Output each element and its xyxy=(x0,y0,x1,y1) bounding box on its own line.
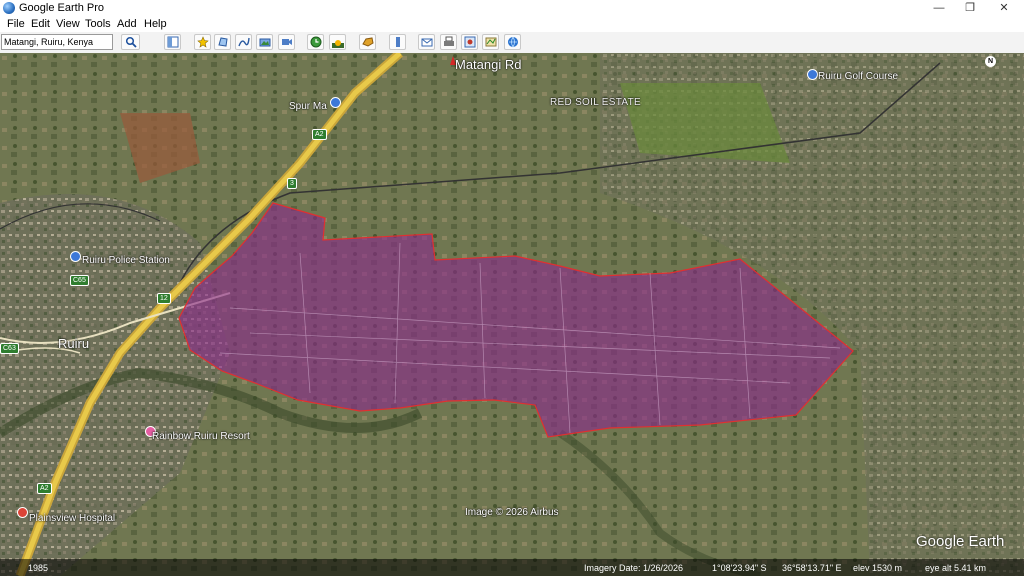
label-ruiru-police-station[interactable]: Ruiru Police Station xyxy=(82,255,170,266)
label-ruiru-golf-course[interactable]: Ruiru Golf Course xyxy=(818,71,898,82)
golf-course-icon[interactable] xyxy=(807,69,818,80)
sign-in-button[interactable] xyxy=(504,34,521,50)
search-icon xyxy=(125,36,137,48)
globe-icon xyxy=(507,36,518,48)
hospital-icon[interactable] xyxy=(17,507,28,518)
road-shield-a2-lower: A2 xyxy=(37,483,52,494)
label-spur-mall[interactable]: Spur Ma xyxy=(289,101,327,112)
planet-icon xyxy=(361,37,374,47)
add-placemark-button[interactable] xyxy=(194,34,211,50)
window-title: Google Earth Pro xyxy=(19,2,104,14)
map-view[interactable]: A2 3 12 C65 C63 A2 Matangi Rd RED SOIL E… xyxy=(0,53,1024,576)
historical-year: 1985 xyxy=(28,563,49,573)
minimize-button[interactable]: — xyxy=(924,0,954,17)
historical-imagery-button[interactable] xyxy=(307,34,324,50)
print-button[interactable] xyxy=(440,34,457,50)
email-button[interactable] xyxy=(418,34,435,50)
menu-tools[interactable]: Tools xyxy=(85,18,111,30)
longitude-readout: 36°58'13.71" E xyxy=(782,563,842,573)
clock-icon xyxy=(310,36,321,48)
maximize-button[interactable]: ❐ xyxy=(955,0,985,17)
mall-icon[interactable] xyxy=(330,97,341,108)
menu-edit[interactable]: Edit xyxy=(31,18,50,30)
switch-planet-button[interactable] xyxy=(359,34,376,50)
image-credit: Image © 2026 Airbus xyxy=(465,507,559,518)
ruler-icon xyxy=(395,37,400,47)
road-shield-3: 3 xyxy=(287,178,297,189)
latitude-readout: 1°08'23.94" S xyxy=(712,563,767,573)
map-icon xyxy=(485,37,496,47)
record-tour-icon xyxy=(281,39,292,45)
menu-view[interactable]: View xyxy=(56,18,80,30)
imagery-date: Imagery Date: 1/26/2026 xyxy=(584,563,684,573)
save-image-button[interactable] xyxy=(461,34,478,50)
sunlight-button[interactable] xyxy=(329,34,346,50)
road-shield-c65: C65 xyxy=(70,275,89,286)
image-overlay-icon xyxy=(259,38,270,47)
label-ruiru[interactable]: Ruiru xyxy=(58,336,89,351)
menu-bar: File Edit View Tools Add Help xyxy=(0,17,1024,32)
pushpin-icon xyxy=(196,36,209,48)
sun-icon xyxy=(331,40,344,48)
view-in-maps-button[interactable] xyxy=(482,34,499,50)
record-tour-button[interactable] xyxy=(278,34,295,50)
envelope-icon xyxy=(421,38,432,47)
status-bar: 1985 Imagery Date: 1/26/2026 1°08'23.94"… xyxy=(0,559,1024,576)
compass-icon[interactable]: N xyxy=(985,56,996,67)
printer-icon xyxy=(443,36,454,46)
elevation-readout: elev 1530 m xyxy=(853,563,903,573)
polygon-icon xyxy=(217,37,228,47)
police-station-icon[interactable] xyxy=(70,251,81,262)
ruler-button[interactable] xyxy=(389,34,406,50)
label-rainbow-ruiru-resort[interactable]: Rainbow Ruiru Resort xyxy=(152,431,250,442)
search-input[interactable] xyxy=(1,34,113,50)
google-earth-icon xyxy=(3,2,15,14)
road-shield-12: 12 xyxy=(157,293,171,304)
add-image-overlay-button[interactable] xyxy=(256,34,273,50)
toolbar xyxy=(0,32,1024,54)
save-image-icon xyxy=(464,36,475,48)
close-button[interactable]: ✕ xyxy=(989,0,1019,17)
sidebar-toggle-button[interactable] xyxy=(164,34,181,50)
sidebar-icon xyxy=(167,36,178,48)
search-button[interactable] xyxy=(121,34,140,50)
title-bar: Google Earth Pro — ❐ ✕ xyxy=(0,0,1024,17)
add-path-button[interactable] xyxy=(235,34,252,50)
menu-add[interactable]: Add xyxy=(117,18,137,30)
google-earth-watermark: Google Earth xyxy=(916,533,1005,550)
label-matangi-rd[interactable]: Matangi Rd xyxy=(455,57,521,72)
menu-file[interactable]: File xyxy=(7,18,25,30)
label-red-soil-estate[interactable]: RED SOIL ESTATE xyxy=(550,97,641,108)
add-polygon-button[interactable] xyxy=(214,34,231,50)
menu-help[interactable]: Help xyxy=(144,18,167,30)
path-icon xyxy=(237,37,250,47)
road-shield-a2: A2 xyxy=(312,129,327,140)
satellite-imagery xyxy=(0,53,1024,576)
eye-altitude-readout: eye alt 5.41 km xyxy=(925,563,987,573)
label-plainsview-hospital[interactable]: Plainsview Hospital xyxy=(29,513,115,524)
road-shield-c63: C63 xyxy=(0,343,19,354)
